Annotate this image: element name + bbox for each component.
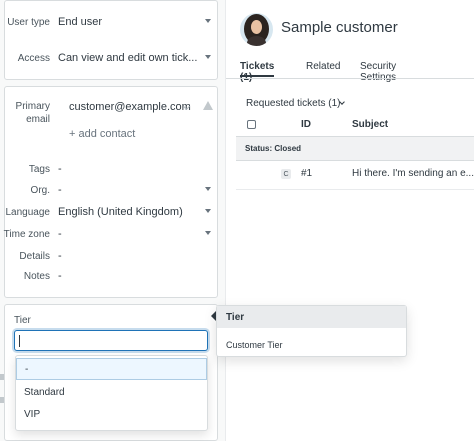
org-label: Org.	[30, 184, 50, 196]
chevron-down-icon	[205, 187, 211, 191]
language-row[interactable]: Language English (United Kingdom)	[0, 202, 225, 222]
details-field[interactable]: -	[58, 250, 225, 262]
tags-label: Tags	[28, 163, 50, 175]
tier-options-menu: - Standard VIP	[15, 355, 208, 431]
org-row[interactable]: Org. -	[0, 180, 225, 200]
user-properties-panel: User type End user Access Can view and e…	[0, 0, 225, 441]
user-type-row[interactable]: User type End user	[0, 12, 225, 32]
tier-combobox-input[interactable]	[14, 330, 208, 351]
tabs-divider	[226, 78, 474, 79]
access-label: Access	[17, 52, 50, 64]
avatar-body	[247, 36, 266, 46]
avatar-face	[251, 20, 262, 34]
tier-label: Tier	[14, 315, 31, 326]
chevron-down-icon	[205, 55, 211, 59]
notes-label: Notes	[23, 270, 50, 282]
notes-row[interactable]: Notes -	[0, 266, 225, 286]
chevron-down-icon	[205, 231, 211, 235]
language-label: Language	[5, 206, 51, 218]
obscured-field-marker	[0, 397, 4, 403]
access-row[interactable]: Access Can view and edit own tick...	[0, 48, 225, 68]
status-group-value: Closed	[274, 144, 302, 153]
details-label: Details	[19, 250, 50, 262]
requested-tickets-heading[interactable]: Requested tickets (1)	[246, 98, 341, 109]
access-select[interactable]: Can view and edit own tick...	[58, 52, 225, 64]
ticket-subject[interactable]: Hi there. I'm sending an e...	[352, 168, 474, 179]
time-zone-label: Time zone	[3, 228, 50, 240]
details-row[interactable]: Details -	[0, 246, 225, 266]
user-type-select[interactable]: End user	[58, 16, 225, 28]
customer-name: Sample customer	[281, 19, 398, 36]
tooltip-body: Customer Tier	[226, 340, 283, 350]
primary-email-label: Primary email	[15, 101, 50, 125]
tier-option[interactable]: -	[16, 358, 207, 380]
notes-field[interactable]: -	[58, 270, 225, 282]
group-divider	[236, 160, 474, 161]
select-all-checkbox[interactable]	[247, 120, 256, 129]
add-contact-link[interactable]: + add contact	[69, 128, 135, 140]
table-row-divider	[236, 189, 474, 190]
column-header-id[interactable]: ID	[301, 119, 311, 130]
tab-related[interactable]: Related	[306, 61, 340, 77]
customer-main-panel: Sample customer Tickets (1) Related Secu…	[225, 0, 474, 441]
ticket-id[interactable]: #1	[301, 168, 312, 179]
tier-tooltip: Tier Customer Tier	[216, 305, 407, 357]
tier-option[interactable]: Standard	[16, 381, 207, 403]
avatar	[240, 13, 273, 46]
primary-email-value[interactable]: customer@example.com	[69, 101, 191, 113]
tooltip-title: Tier	[217, 306, 406, 328]
tier-option[interactable]: VIP	[16, 403, 207, 425]
chevron-down-icon	[205, 209, 211, 213]
language-select[interactable]: English (United Kingdom)	[58, 206, 225, 218]
tab-security-settings[interactable]: Security Settings	[360, 61, 396, 83]
ticket-status-badge: C	[281, 169, 291, 179]
time-zone-select[interactable]: -	[58, 228, 225, 240]
obscured-field-marker	[0, 374, 4, 380]
tags-field[interactable]: -	[58, 163, 225, 175]
user-type-label: User type	[7, 16, 50, 28]
status-group-header: Status: Closed	[236, 137, 474, 160]
org-select[interactable]: -	[58, 184, 225, 196]
tags-row[interactable]: Tags -	[0, 159, 225, 179]
time-zone-row[interactable]: Time zone -	[0, 224, 225, 244]
warning-icon	[203, 101, 213, 110]
text-cursor	[19, 335, 20, 347]
column-header-subject[interactable]: Subject	[352, 119, 388, 130]
chevron-down-icon	[205, 19, 211, 23]
tab-tickets[interactable]: Tickets (1)	[240, 61, 275, 83]
status-group-label: Status:	[245, 144, 273, 153]
